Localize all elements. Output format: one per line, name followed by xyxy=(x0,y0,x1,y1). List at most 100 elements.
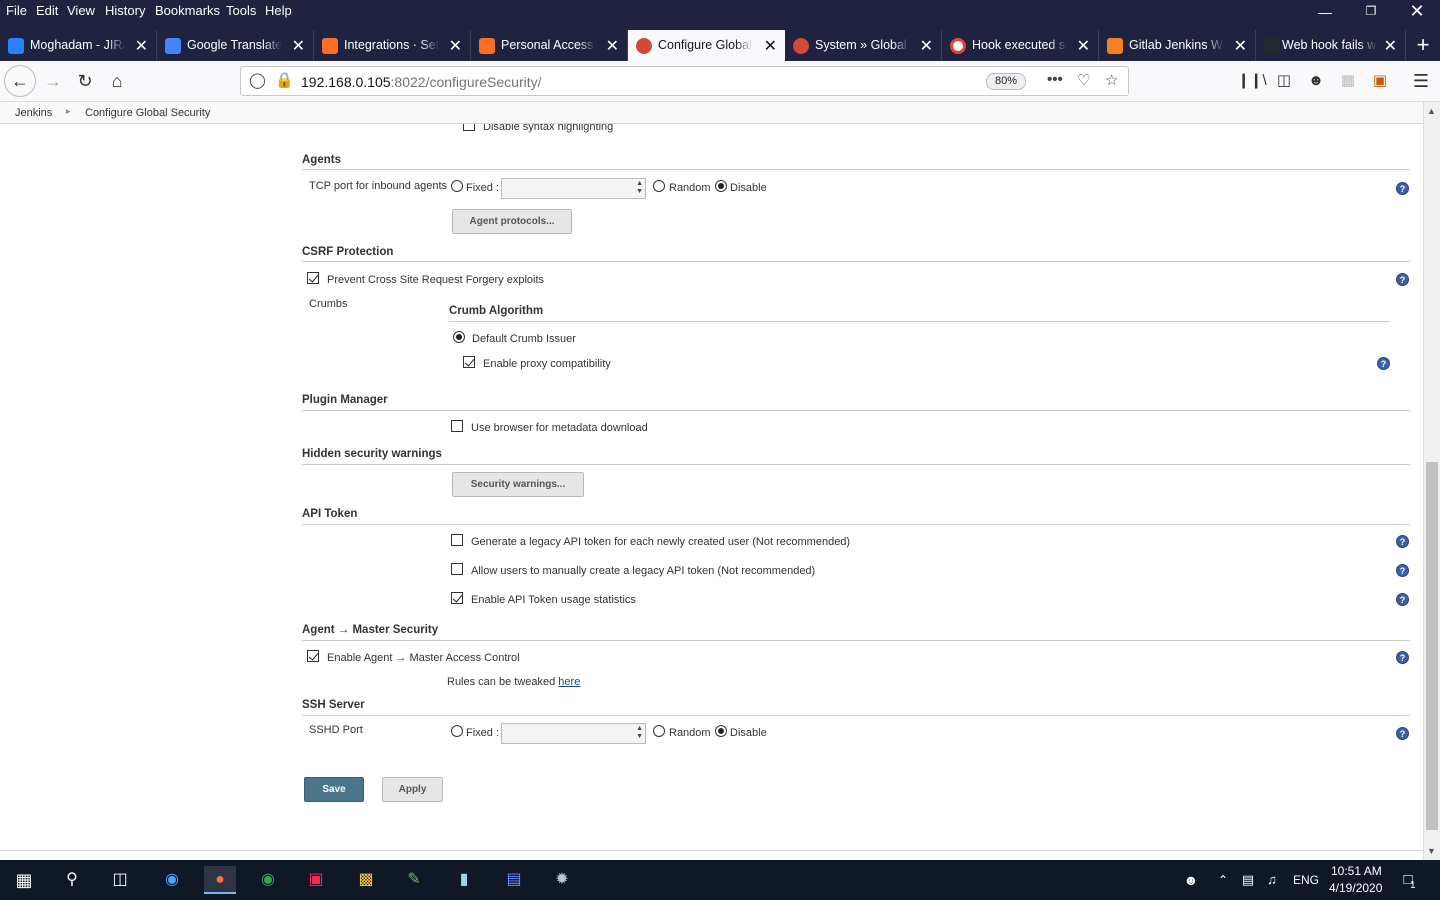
chrome-canary-icon[interactable]: ◉ xyxy=(156,866,188,894)
tab-google-translate[interactable]: Google Translate ✕ xyxy=(157,30,314,61)
tcp-random-radio[interactable] xyxy=(653,180,665,192)
token-usage-stats-checkbox[interactable] xyxy=(451,592,463,604)
tcp-fixed-radio[interactable] xyxy=(451,180,463,192)
restore-icon[interactable]: ❐ xyxy=(1356,4,1386,24)
search-icon[interactable]: ⚲ xyxy=(56,866,88,894)
tab-close-icon[interactable]: ✕ xyxy=(1077,36,1090,56)
tab-configure-global-security[interactable]: Configure Global Security ✕ xyxy=(628,30,785,62)
bookmark-star-icon[interactable]: ☆ xyxy=(1105,71,1118,89)
security-warnings-button[interactable]: Security warnings... xyxy=(452,472,584,497)
disable-syntax-highlighting-checkbox[interactable] xyxy=(463,124,475,131)
url-text[interactable]: 192.168.0.105:8022/configureSecurity/ xyxy=(301,74,542,90)
browser-metadata-checkbox[interactable] xyxy=(451,420,463,432)
sshd-disable-radio[interactable] xyxy=(715,725,727,737)
scroll-up-icon[interactable]: ▲ xyxy=(1427,106,1436,116)
extension-orange-icon[interactable]: ▣ xyxy=(1365,66,1395,96)
menu-file[interactable]: File xyxy=(6,3,27,18)
clock-time[interactable]: 10:51 AM xyxy=(1331,864,1382,878)
help-icon[interactable]: ? xyxy=(1396,182,1409,195)
legacy-token-manual-checkbox[interactable] xyxy=(451,563,463,575)
prevent-csrf-checkbox[interactable] xyxy=(307,272,319,284)
help-icon[interactable]: ? xyxy=(1396,535,1409,548)
tcp-disable-radio[interactable] xyxy=(715,180,727,192)
people-icon[interactable]: ☻ xyxy=(1175,866,1207,894)
extension-icon[interactable]: ▦ xyxy=(1333,66,1363,96)
tab-close-icon[interactable]: ✕ xyxy=(449,36,462,56)
volume-icon[interactable]: ♫ xyxy=(1260,866,1284,894)
network-icon[interactable]: ▤ xyxy=(1236,866,1260,894)
notifications-icon[interactable]: □ xyxy=(1393,866,1423,894)
tab-close-icon[interactable]: ✕ xyxy=(135,36,148,56)
tcp-port-input[interactable]: ▲ ▼ xyxy=(501,178,646,199)
remote-desktop-icon[interactable]: ▤ xyxy=(498,866,530,894)
breadcrumb-configure-security[interactable]: Configure Global Security xyxy=(85,107,210,119)
tab-integrations[interactable]: Integrations · Settings ✕ xyxy=(314,30,471,61)
tab-close-icon[interactable]: ✕ xyxy=(292,36,305,56)
tab-system-global[interactable]: System » Global credentials ✕ xyxy=(785,30,942,61)
page-scrollbar[interactable]: ▲ ▼ xyxy=(1423,102,1440,860)
intellij-icon[interactable]: ▣ xyxy=(300,866,332,894)
minimize-icon[interactable]: — xyxy=(1310,4,1340,24)
default-crumb-issuer-radio[interactable] xyxy=(453,331,465,343)
help-icon[interactable]: ? xyxy=(1396,651,1409,664)
apply-button[interactable]: Apply xyxy=(382,777,443,802)
menu-tools[interactable]: Tools xyxy=(226,3,256,18)
sidebar-icon[interactable]: ◫ xyxy=(1269,66,1299,96)
help-icon[interactable]: ? xyxy=(1396,564,1409,577)
proxy-compat-checkbox[interactable] xyxy=(463,356,475,368)
home-icon[interactable]: ⌂ xyxy=(102,66,132,96)
tab-close-icon[interactable]: ✕ xyxy=(920,36,933,56)
help-icon[interactable]: ? xyxy=(1396,727,1409,740)
tab-gitlab-jenkins[interactable]: Gitlab Jenkins Webhook ✕ xyxy=(1099,30,1256,61)
reload-icon[interactable]: ↻ xyxy=(70,66,100,96)
menu-edit[interactable]: Edit xyxy=(36,3,58,18)
sshd-random-radio[interactable] xyxy=(653,725,665,737)
windows-start-icon[interactable]: ▦ xyxy=(8,866,40,894)
back-arrow-icon[interactable]: ← xyxy=(4,65,36,97)
tab-hook-executed[interactable]: Hook executed successfully ✕ xyxy=(942,30,1099,61)
tab-close-icon[interactable]: ✕ xyxy=(764,36,777,56)
spinner-icon[interactable]: ▲ ▼ xyxy=(636,180,643,196)
menu-bookmarks[interactable]: Bookmarks xyxy=(155,3,220,18)
paint-app-icon[interactable]: ✹ xyxy=(546,866,578,894)
scroll-down-icon[interactable]: ▼ xyxy=(1427,846,1436,856)
tab-personal-access[interactable]: Personal Access Tokens ✕ xyxy=(471,30,628,61)
zoom-level-badge[interactable]: 80% xyxy=(986,73,1026,90)
legacy-token-new-user-checkbox[interactable] xyxy=(451,534,463,546)
tab-jira[interactable]: Moghadam - JIRA ✕ xyxy=(0,30,157,61)
spinner-icon[interactable]: ▲ ▼ xyxy=(636,725,643,741)
save-button[interactable]: Save xyxy=(304,777,364,802)
hamburger-menu-icon[interactable]: ☰ xyxy=(1406,66,1436,96)
file-explorer-icon[interactable]: ▩ xyxy=(350,866,382,894)
tab-close-icon[interactable]: ✕ xyxy=(606,36,619,56)
breadcrumb-jenkins[interactable]: Jenkins xyxy=(15,107,52,119)
rules-here-link[interactable]: here xyxy=(558,676,580,688)
task-view-icon[interactable]: ◫ xyxy=(104,866,136,894)
tab-close-icon[interactable]: ✕ xyxy=(1234,36,1247,56)
notes-app-icon[interactable]: ▮ xyxy=(448,866,480,894)
scroll-thumb[interactable] xyxy=(1426,462,1438,830)
chevron-up-icon[interactable]: ⌃ xyxy=(1212,866,1234,894)
help-icon[interactable]: ? xyxy=(1396,273,1409,286)
menu-help[interactable]: Help xyxy=(265,3,292,18)
insecure-lock-icon[interactable]: 🔒 xyxy=(275,71,294,89)
close-window-icon[interactable]: ✕ xyxy=(1402,1,1432,21)
language-indicator[interactable]: ENG xyxy=(1293,873,1319,887)
menu-view[interactable]: View xyxy=(67,3,95,18)
pocket-icon[interactable]: ♡ xyxy=(1077,71,1090,89)
chrome-icon[interactable]: ◉ xyxy=(252,866,284,894)
account-icon[interactable]: ☻ xyxy=(1301,66,1331,96)
help-icon[interactable]: ? xyxy=(1396,593,1409,606)
tab-web-hook-fails[interactable]: Web hook fails when ✕ xyxy=(1256,30,1406,61)
tab-close-icon[interactable]: ✕ xyxy=(1384,36,1397,56)
clock-date[interactable]: 4/19/2020 xyxy=(1329,881,1382,895)
url-bar[interactable]: ◯ 🔒 192.168.0.105:8022/configureSecurity… xyxy=(240,66,1129,96)
agent-protocols-button[interactable]: Agent protocols... xyxy=(452,209,572,234)
new-tab-icon[interactable]: + xyxy=(1410,32,1436,58)
sshd-fixed-radio[interactable] xyxy=(451,725,463,737)
sshd-port-input[interactable]: ▲ ▼ xyxy=(501,723,646,744)
forward-arrow-icon[interactable]: → xyxy=(38,66,68,96)
more-actions-icon[interactable]: ••• xyxy=(1047,71,1063,88)
shield-icon[interactable]: ◯ xyxy=(249,71,266,89)
firefox-icon[interactable]: ● xyxy=(204,866,236,894)
